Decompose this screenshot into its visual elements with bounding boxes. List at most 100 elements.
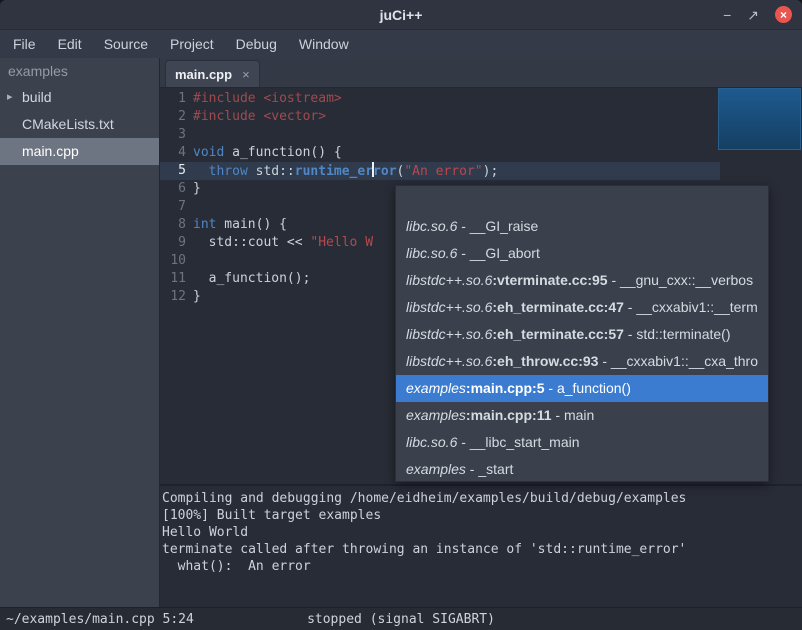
stack-frame-item[interactable]: libc.so.6 - __GI_raise [396,213,768,240]
code-line[interactable]: 2#include <vector> [160,108,802,126]
frame-location: :vterminate.cc:95 [492,272,607,288]
stack-frame-item[interactable]: libstdc++.so.6:eh_terminate.cc:47 - __cx… [396,294,768,321]
stack-frame-item[interactable]: examples - _start [396,456,768,482]
menu-bar: FileEditSourceProjectDebugWindow [0,30,802,58]
tab-label: main.cpp [175,67,232,82]
menu-item-debug[interactable]: Debug [225,30,288,58]
stack-frame-item[interactable]: examples:main.cpp:5 - a_function() [396,375,768,402]
code-segment: std:: [248,164,295,179]
editor-column: main.cpp × 1#include <iostream>2#include… [160,58,802,607]
title-bar: juCi++ − ↗ × [0,0,802,30]
tree-item-build[interactable]: ▸ build [0,84,159,111]
output-lines: Compiling and debugging /home/eidheim/ex… [162,490,800,575]
code-segment: void [193,145,224,160]
line-number: 1 [160,90,186,108]
maximize-button[interactable]: ↗ [747,8,759,22]
code-segment: #include [193,109,263,124]
line-number: 4 [160,144,186,162]
minimize-button[interactable]: − [723,8,731,22]
code-segment: std::cout << [193,235,310,250]
menu-item-source[interactable]: Source [93,30,159,58]
frame-library: libc.so.6 [406,434,457,450]
line-number: 10 [160,252,186,270]
tab-close-icon[interactable]: × [242,67,250,82]
code-segment: a_function(); [193,271,310,286]
code-text: } [186,180,201,198]
line-number: 11 [160,270,186,288]
frame-function: - __cxxabiv1::__cxa_thro [598,353,758,369]
frame-library: libc.so.6 [406,245,457,261]
stack-frame-item[interactable]: examples:main.cpp:11 - main [396,402,768,429]
code-text: #include <iostream> [186,90,342,108]
code-line[interactable]: 3 [160,126,802,144]
line-number: 5 [160,162,186,180]
tree-item-label: build [22,89,52,105]
frame-library: libstdc++.so.6 [406,353,492,369]
file-tree: ▸ build CMakeLists.txt main.cpp [0,84,159,165]
stack-frame-item[interactable]: libstdc++.so.6:vterminate.cc:95 - __gnu_… [396,267,768,294]
frame-function: - std::terminate() [624,326,731,342]
tree-item-main-cpp[interactable]: main.cpp [0,138,159,165]
project-header: examples [0,58,159,84]
frame-location: :eh_throw.cc:93 [492,353,598,369]
line-number: 9 [160,234,186,252]
code-line[interactable]: 1#include <iostream> [160,90,802,108]
main-area: examples ▸ build CMakeLists.txt main.cpp ma… [0,58,802,607]
tree-item-label: CMakeLists.txt [22,116,114,132]
code-segment: main() { [216,217,286,232]
stack-frame-item[interactable]: libstdc++.so.6:eh_throw.cc:93 - __cxxabi… [396,348,768,375]
stack-frame-item[interactable]: libc.so.6 - __libc_start_main [396,429,768,456]
stack-frame-item[interactable]: libstdc++.so.6:eh_terminate.cc:57 - std:… [396,321,768,348]
frame-function: - __libc_start_main [457,434,579,450]
code-segment: "An error" [404,164,482,179]
stack-frame-item[interactable] [396,186,768,213]
stack-frame-popup: libc.so.6 - __GI_raiselibc.so.6 - __GI_a… [395,185,769,482]
close-button[interactable]: × [775,6,792,23]
frame-function: - __gnu_cxx::__verbos [608,272,754,288]
code-segment: int [193,217,216,232]
status-bar: ~/examples/main.cpp 5:24 stopped (signal… [0,607,802,630]
tree-item-label: main.cpp [22,143,79,159]
code-segment: runtime_er [295,164,373,179]
tab-main-cpp[interactable]: main.cpp × [165,60,260,87]
output-panel[interactable]: Compiling and debugging /home/eidheim/ex… [160,484,802,607]
stack-frame-item[interactable]: libc.so.6 - __GI_abort [396,240,768,267]
frame-location: :main.cpp:11 [466,407,552,423]
code-segment: } [193,181,201,196]
menu-item-edit[interactable]: Edit [47,30,93,58]
code-line[interactable]: 5 throw std::runtime_error("An error"); [160,162,802,180]
code-line[interactable]: 4 void a_function() { [160,144,802,162]
code-segment: } [193,289,201,304]
window-controls: − ↗ × [723,0,792,29]
output-line: terminate called after throwing an insta… [162,541,800,558]
code-text [186,126,193,144]
code-text: std::cout << "Hello W [186,234,373,252]
code-segment: throw [209,164,248,179]
code-segment: "Hello W [310,235,373,250]
code-segment [193,164,209,179]
app-window: juCi++ − ↗ × FileEditSourceProjectDebugW… [0,0,802,630]
code-text: throw std::runtime_error("An error"); [186,162,498,180]
output-line: [100%] Built target examples [162,507,800,524]
menu-item-project[interactable]: Project [159,30,225,58]
frame-function: - a_function() [545,380,631,396]
chevron-right-icon: ▸ [7,84,13,111]
frame-library: examples [406,461,466,477]
frame-function: - __cxxabiv1::__term [624,299,758,315]
output-line: what(): An error [162,558,800,575]
close-icon: × [780,9,787,21]
line-number: 12 [160,288,186,306]
code-segment: ); [483,164,499,179]
frame-library: libstdc++.so.6 [406,299,492,315]
code-text: #include <vector> [186,108,326,126]
code-segment: a_function() { [224,145,341,160]
code-segment: <vector> [263,109,326,124]
frame-location: :main.cpp:5 [466,380,545,396]
menu-item-window[interactable]: Window [288,30,360,58]
code-text: a_function(); [186,270,310,288]
code-segment: ror [373,164,396,179]
menu-item-file[interactable]: File [2,30,47,58]
frame-function: - main [552,407,595,423]
tree-item-cmakelists-txt[interactable]: CMakeLists.txt [0,111,159,138]
frame-library: libstdc++.so.6 [406,272,492,288]
